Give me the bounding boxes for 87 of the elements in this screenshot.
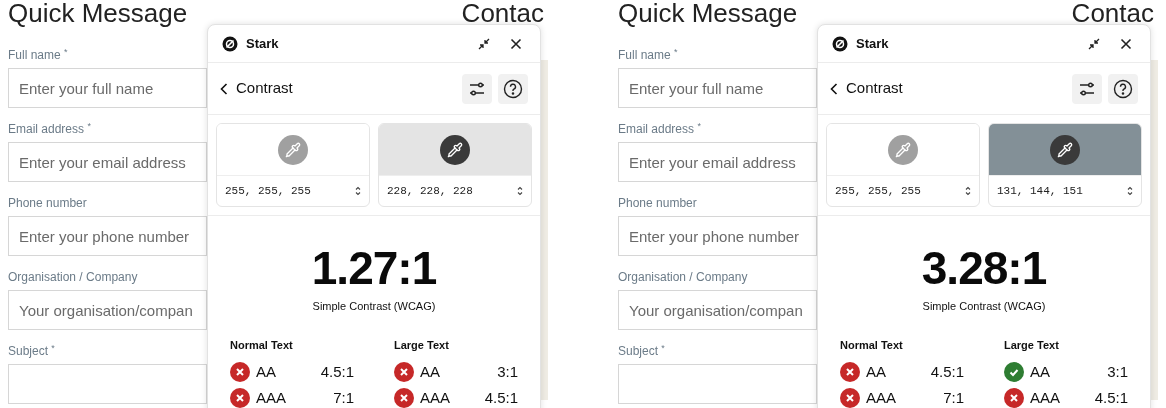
input-field[interactable]: Enter your full name (8, 68, 207, 108)
group-title: Large Text (1004, 337, 1060, 353)
grade-label: AA (256, 361, 276, 382)
cross-icon (1009, 393, 1019, 403)
input-field[interactable]: Enter your email address (618, 142, 817, 182)
grade-label: AA (420, 361, 440, 382)
close-icon (1120, 37, 1132, 50)
field-label: Organisation / Company (8, 269, 139, 286)
color-value-field[interactable]: 131, 144, 151 (989, 176, 1141, 206)
field-label: Full name $^{*}$ (618, 46, 679, 64)
input-field[interactable]: Your organisation/compan (618, 290, 817, 330)
form-title: Quick Message (618, 0, 798, 26)
eyedropper-icon (895, 141, 911, 158)
logo-icon (832, 35, 848, 52)
logo-icon (222, 35, 238, 52)
back-button[interactable]: Contrast (220, 77, 293, 100)
app-name: Stark (856, 34, 889, 53)
cross-icon (235, 367, 245, 377)
group-title: Normal Text (230, 337, 294, 353)
field-label: Email address $^{*}$ (618, 120, 702, 138)
eyedropper-icon (1057, 141, 1073, 158)
collapse-icon (1087, 36, 1101, 51)
grade-label: AAA (256, 387, 286, 408)
field-label: Phone number (8, 195, 88, 212)
help-button[interactable] (1108, 73, 1138, 104)
input-field[interactable]: Enter your email address (8, 142, 207, 182)
grade-label: AAA (866, 387, 896, 408)
ratio-requirement: 4.5:1 (930, 361, 964, 382)
input-field[interactable]: Enter your full name (618, 68, 817, 108)
chevron-left-icon (830, 82, 838, 95)
eyedropper-icon (447, 141, 463, 158)
grade-label: AAA (420, 387, 450, 408)
ratio-requirement: 3:1 (497, 361, 518, 382)
collapse-icon (477, 36, 491, 51)
field-label: Full name $^{*}$ (8, 46, 69, 64)
field-label: Subject $^{*}$ (8, 342, 56, 360)
app-name: Stark (246, 34, 279, 53)
input-field[interactable] (618, 364, 817, 404)
settings-button[interactable] (1072, 73, 1102, 104)
field-label: Email address $^{*}$ (8, 120, 92, 138)
ratio-requirement: 7:1 (943, 387, 964, 408)
stepper-icon (517, 186, 523, 196)
grade-label: AAA (1030, 387, 1060, 408)
field-label: Phone number (618, 195, 698, 212)
input-field[interactable] (8, 364, 207, 404)
eyedropper-icon (285, 141, 301, 158)
eyedropper-button[interactable] (1050, 134, 1080, 165)
ratio-requirement: 3:1 (1107, 361, 1128, 382)
cross-icon (845, 393, 855, 403)
ratio-requirement: 4.5:1 (320, 361, 354, 382)
contrast-ratio: 3.28:1 (921, 242, 1047, 294)
grade-label: AA (866, 361, 886, 382)
group-title: Large Text (394, 337, 450, 353)
form-title: Quick Message (8, 0, 188, 26)
help-icon (503, 78, 523, 99)
section-title: Contac (461, 0, 544, 26)
chevron-left-icon (220, 82, 228, 95)
color-value-field[interactable]: 228, 228, 228 (379, 176, 531, 206)
cross-icon (399, 367, 409, 377)
help-button[interactable] (498, 73, 528, 104)
stepper-icon (1127, 186, 1133, 196)
ratio-requirement: 7:1 (333, 387, 354, 408)
color-value-field[interactable]: 255, 255, 255 (217, 176, 369, 206)
close-icon (510, 37, 522, 50)
back-button[interactable]: Contrast (830, 77, 903, 100)
ratio-requirement: 4.5:1 (484, 387, 518, 408)
settings-button[interactable] (462, 73, 492, 104)
input-field[interactable]: Enter your phone number (8, 216, 207, 256)
cross-icon (845, 367, 855, 377)
stepper-icon (355, 186, 361, 196)
color-value-field[interactable]: 255, 255, 255 (827, 176, 979, 206)
field-label: Subject $^{*}$ (618, 342, 666, 360)
eyedropper-button[interactable] (440, 134, 470, 165)
section-title: Contac (1071, 0, 1154, 26)
stepper-icon (965, 186, 971, 196)
ratio-requirement: 4.5:1 (1094, 387, 1128, 408)
grade-label: AA (1030, 361, 1050, 382)
ratio-caption: Simple Contrast (WCAG) (312, 299, 436, 314)
ratio-caption: Simple Contrast (WCAG) (922, 299, 1046, 314)
input-field[interactable]: Your organisation/compan (8, 290, 207, 330)
field-label: Organisation / Company (618, 269, 749, 286)
input-field[interactable]: Enter your phone number (618, 216, 817, 256)
help-icon (1113, 78, 1133, 99)
group-title: Normal Text (840, 337, 904, 353)
cross-icon (235, 393, 245, 403)
cross-icon (399, 393, 409, 403)
contrast-ratio: 1.27:1 (311, 242, 437, 294)
